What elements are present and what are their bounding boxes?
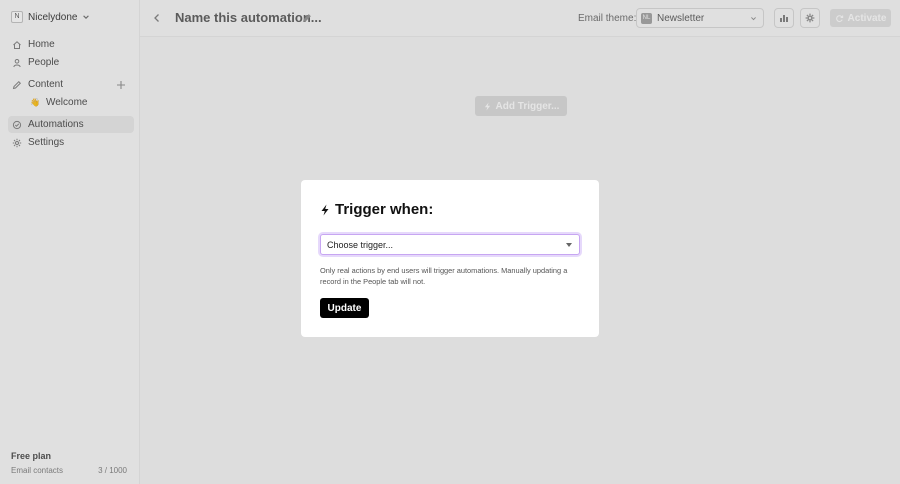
modal-title: Trigger when:: [335, 201, 434, 218]
lightning-icon: [321, 204, 329, 215]
modal-header: Trigger when:: [320, 201, 433, 218]
trigger-select-value: Choose trigger...: [327, 239, 394, 250]
caret-down-icon: [566, 243, 572, 247]
trigger-modal: Trigger when: Choose trigger... Only rea…: [301, 180, 599, 337]
trigger-select[interactable]: Choose trigger...: [320, 234, 580, 255]
trigger-help-text: Only real actions by end users will trig…: [320, 266, 568, 286]
update-button[interactable]: Update: [320, 298, 369, 318]
